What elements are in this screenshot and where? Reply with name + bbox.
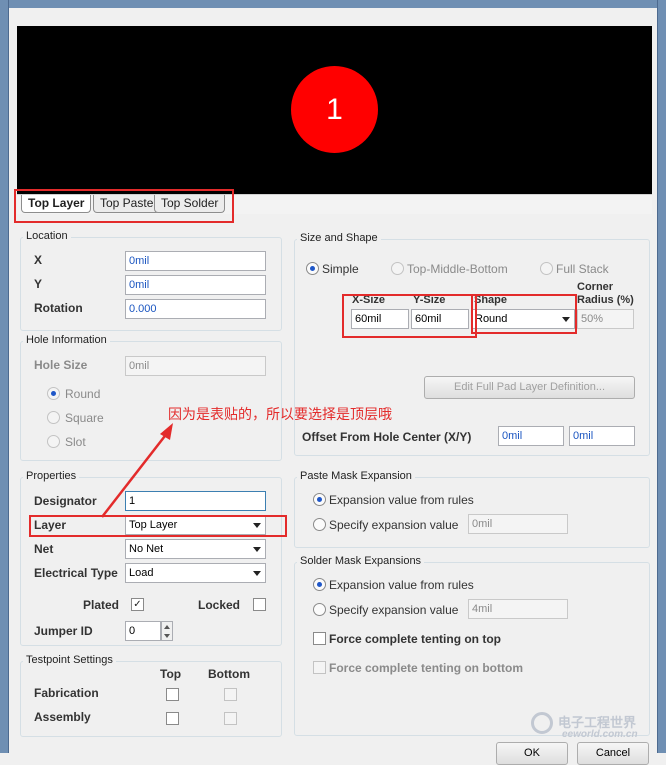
annotation-text: 因为是表贴的，所以要选择是顶层哦 <box>168 407 392 423</box>
watermark-logo-icon <box>531 712 553 734</box>
watermark-en: eeworld.com.cn <box>562 729 638 740</box>
annotation-arrow <box>101 423 173 518</box>
